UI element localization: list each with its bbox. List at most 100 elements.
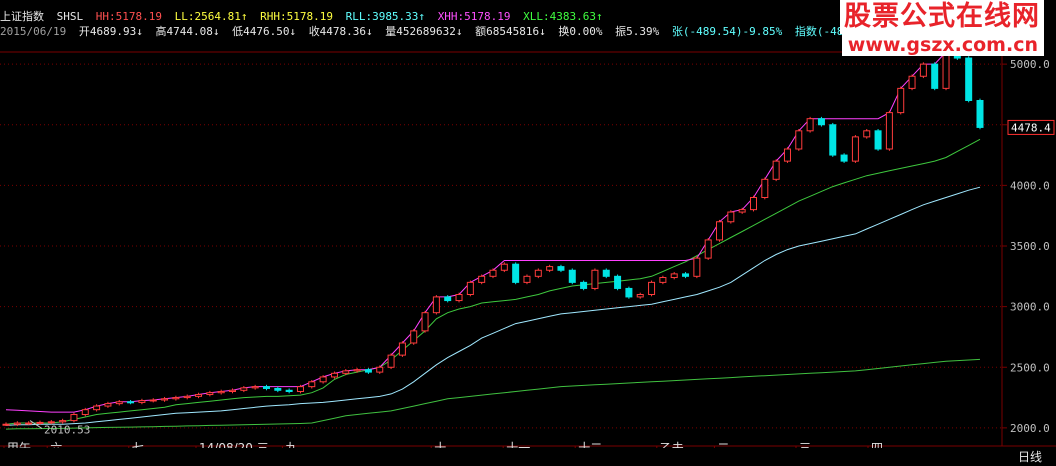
candle-body [308, 381, 316, 388]
candle-body [806, 118, 814, 132]
xhh-value: XHH:5178.19 [437, 10, 511, 23]
candle-body [13, 422, 21, 425]
candle-body [489, 269, 497, 277]
candle-body [749, 197, 757, 211]
candle-body [2, 423, 10, 426]
hh-line [5, 42, 980, 413]
candle-body [432, 296, 440, 314]
candle-body [138, 400, 146, 403]
formula-name[interactable]: SHSL [57, 10, 84, 23]
candle-body [251, 386, 259, 389]
candle-body [296, 386, 304, 392]
date-value: 2015/06/19 [0, 25, 67, 38]
xll-line [5, 358, 981, 430]
candle-body [353, 369, 361, 372]
candle-body [716, 221, 724, 241]
candle-body [817, 118, 825, 126]
candle-body [908, 75, 916, 89]
candle-body [580, 281, 588, 289]
candle-body [727, 211, 735, 223]
y-tick-label: 5000.0 [1010, 58, 1050, 71]
candle-body [761, 178, 769, 198]
candle-body [25, 422, 33, 425]
rhh-value: RHH:5178.19 [260, 10, 333, 23]
candle-body [557, 266, 565, 271]
candle-body [36, 421, 44, 424]
candle-body [161, 398, 169, 401]
ll-line [5, 138, 981, 425]
candle-body [342, 370, 350, 374]
candle-body [421, 312, 429, 332]
candle-body [863, 130, 871, 138]
candle-body [172, 397, 180, 400]
last-price-label: 4478.4 [1011, 121, 1051, 134]
turnover-value: 换0.00% [558, 25, 603, 38]
candle-body [149, 399, 157, 402]
candle-body [455, 294, 463, 302]
y-tick-label: 2500.0 [1010, 361, 1050, 374]
candle-body [897, 87, 905, 114]
hh-value: HH:5178.19 [95, 10, 162, 23]
period-tab-daily[interactable]: 日线 [1018, 448, 1042, 466]
candle-body [444, 296, 452, 302]
candle-body [195, 394, 203, 397]
candle-body [229, 389, 237, 393]
candle-body [636, 294, 644, 298]
candle-body [625, 287, 633, 298]
candle-body [70, 414, 78, 422]
candle-body [885, 112, 893, 150]
candle-body [217, 391, 225, 394]
footer-bar [0, 448, 1056, 466]
candle-body [568, 269, 576, 283]
site-logo-url: www.gszx.com.cn [841, 34, 1044, 56]
candle-body [602, 269, 610, 277]
candle-body [874, 130, 882, 150]
candle-body [976, 100, 984, 128]
site-logo-title: 股票公式在线网 [840, 0, 1044, 34]
header-row-1: 上证指数 SHSL HH:5178.19 LL:2564.81↑ RHH:517… [0, 10, 609, 23]
header-row-2: 2015/06/19 开4689.93↓ 高4744.08↓ 低4476.50↓… [0, 25, 922, 38]
change-value: 张(-489.54)-9.85% [671, 25, 783, 38]
candle-body [682, 273, 690, 277]
candle-body [772, 160, 780, 180]
rll-value: RLL:3985.33↑ [345, 10, 426, 23]
candle-body [840, 154, 848, 162]
candle-body [851, 136, 859, 162]
candle-body [693, 257, 701, 277]
candle-body [523, 275, 531, 283]
candle-body [387, 354, 395, 368]
candle-body [512, 263, 520, 283]
candle-body [127, 401, 135, 404]
close-value: 收4478.36↓ [308, 25, 373, 38]
candle-body [919, 63, 927, 77]
xll-value: XLL:4383.63↑ [523, 10, 603, 23]
candle-body [93, 405, 101, 411]
candle-body [376, 366, 384, 373]
y-tick-label: 3500.0 [1010, 240, 1050, 253]
candle-body [783, 148, 791, 162]
candle-body [262, 386, 270, 389]
ll-value: LL:2564.81↑ [174, 10, 248, 23]
candle-body [319, 376, 327, 383]
candle-body [659, 277, 667, 283]
candle-body [546, 266, 554, 271]
candle-body [931, 63, 939, 89]
y-tick-label: 3000.0 [1010, 301, 1050, 314]
candle-body [398, 342, 406, 356]
candle-body [206, 392, 214, 396]
candle-body [795, 130, 803, 150]
candle-body [364, 369, 372, 373]
candle-body [704, 239, 712, 259]
candle-body [410, 330, 418, 344]
index-title[interactable]: 上证指数 [0, 10, 44, 23]
candle-body [829, 124, 837, 156]
amplitude-value: 振5.39% [615, 25, 660, 38]
y-tick-label: 4000.0 [1010, 179, 1050, 192]
candle-body [478, 275, 486, 283]
candle-body [648, 281, 656, 295]
candle-body [240, 387, 248, 391]
candle-body [534, 269, 542, 277]
open-value: 开4689.93↓ [78, 25, 143, 38]
amount-value: 额68545816↓ [475, 25, 546, 38]
candle-body [330, 372, 338, 378]
